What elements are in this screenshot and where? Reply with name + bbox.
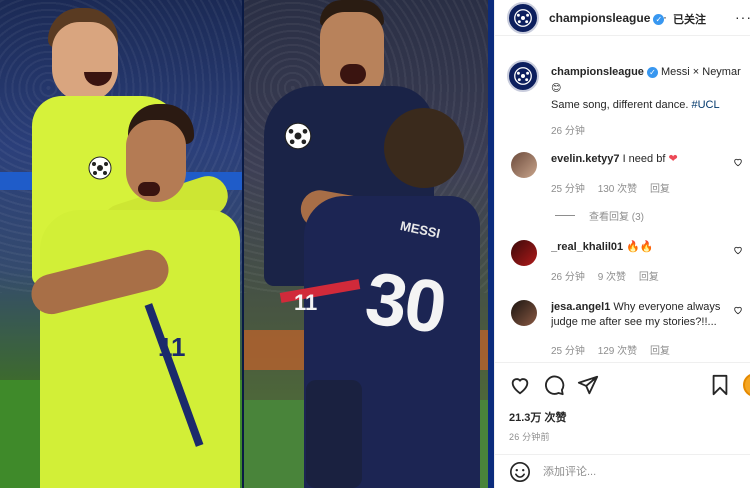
posted-time: 26 分钟前: [509, 432, 550, 442]
avatar[interactable]: [507, 2, 539, 34]
reply-button[interactable]: 回复: [639, 272, 659, 283]
avatar[interactable]: [507, 60, 539, 92]
back-jersey-number: 11: [294, 290, 318, 315]
fire-emoji: 🔥🔥: [626, 241, 654, 253]
reply-button[interactable]: 回复: [650, 346, 670, 357]
account-name-text[interactable]: championsleague: [549, 11, 650, 25]
ucl-starball-icon: [88, 156, 112, 180]
reply-button[interactable]: 回复: [650, 184, 670, 195]
comment-username[interactable]: evelin.ketyy7: [551, 153, 620, 165]
smile-emoji: 😊: [551, 83, 562, 94]
more-options-icon[interactable]: ···: [735, 9, 750, 25]
comment-username[interactable]: jesa.angel1: [551, 301, 610, 313]
verified-icon: ✓: [646, 67, 658, 78]
player-b-mouth: [138, 182, 160, 196]
player-d-leg: [306, 380, 362, 488]
right-jersey-number: 30: [360, 255, 450, 350]
player-a-face: [52, 22, 118, 102]
comment-row: jesa.angel1 Why everyone always judge me…: [551, 300, 733, 330]
comment-likes[interactable]: 130 次赞: [598, 184, 637, 195]
post-sidebar: championsleague✓ · 已关注 ··· championsleag…: [494, 0, 750, 488]
follow-status-button[interactable]: 已关注: [673, 11, 706, 27]
comment-icon[interactable]: [543, 374, 565, 396]
comment-text: I need bf: [622, 153, 666, 165]
emoji-icon[interactable]: [509, 461, 531, 483]
avatar[interactable]: [511, 152, 537, 178]
ucl-starball-icon: [284, 122, 312, 150]
post-caption: championsleague ✓ Messi × Neymar 😊 Same s…: [551, 64, 749, 113]
comment-likes[interactable]: 9 次赞: [598, 272, 626, 283]
add-comment-row: [495, 454, 750, 488]
comment-time: 25 分钟: [551, 184, 585, 195]
player-d-hair: [384, 108, 464, 188]
view-replies-label[interactable]: 查看回复 (3): [589, 208, 644, 223]
avatar[interactable]: [511, 240, 537, 266]
heart-icon[interactable]: [733, 305, 743, 315]
share-icon[interactable]: [577, 374, 599, 396]
action-bar: [495, 362, 750, 406]
hashtag-link[interactable]: #UCL: [691, 99, 719, 111]
caption-text: Messi × Neymar: [660, 66, 741, 78]
comment-meta: 26 分钟 9 次赞 回复: [551, 268, 669, 283]
likes-count[interactable]: 21.3万 次赞: [509, 409, 566, 425]
heart-icon[interactable]: [509, 374, 531, 396]
bookmark-icon[interactable]: [709, 374, 731, 396]
right-photo-panel: MESSI 30 11: [244, 0, 488, 488]
left-jersey-number: 11: [158, 332, 186, 362]
ucl-starball-icon: [514, 67, 532, 85]
caption-username[interactable]: championsleague: [551, 66, 644, 78]
comment-text-line2: judge me after see my stories?!!...: [551, 316, 717, 328]
account-name[interactable]: championsleague ✓: [549, 11, 665, 25]
ucl-starball-icon: [514, 9, 532, 27]
comment-time: 25 分钟: [551, 346, 585, 357]
comment-likes[interactable]: 129 次赞: [598, 346, 637, 357]
comment-meta: 25 分钟 129 次赞 回复: [551, 342, 680, 357]
avatar[interactable]: [511, 300, 537, 326]
heart-icon[interactable]: [733, 245, 743, 255]
add-comment-input[interactable]: [543, 463, 733, 481]
comment-username[interactable]: _real_khalil01: [551, 241, 623, 253]
heart-icon[interactable]: [733, 157, 743, 167]
post-image[interactable]: 11 MESSI 30 11: [0, 0, 494, 488]
follow-separator: ·: [663, 10, 667, 24]
left-photo-panel: 11: [0, 0, 242, 488]
reaction-bubble[interactable]: [743, 373, 750, 397]
comment-meta: 25 分钟 130 次赞 回复: [551, 180, 680, 195]
replies-line: [555, 215, 575, 216]
post-header: championsleague✓ · 已关注 ···: [495, 0, 750, 36]
caption-time: 26 分钟: [551, 122, 595, 137]
comment-text: Why everyone always: [613, 301, 721, 313]
comment-row: _real_khalil01 🔥🔥: [551, 240, 731, 255]
comment-row: evelin.ketyy7 I need bf ❤: [551, 152, 731, 167]
comment-time: 26 分钟: [551, 272, 585, 283]
caption-line2: Same song, different dance.: [551, 99, 689, 111]
player-c-mouth: [340, 64, 366, 84]
view-replies-button[interactable]: 查看回复 (3): [555, 208, 644, 223]
caption-time-text: 26 分钟: [551, 126, 585, 137]
heart-emoji: ❤: [668, 153, 678, 165]
